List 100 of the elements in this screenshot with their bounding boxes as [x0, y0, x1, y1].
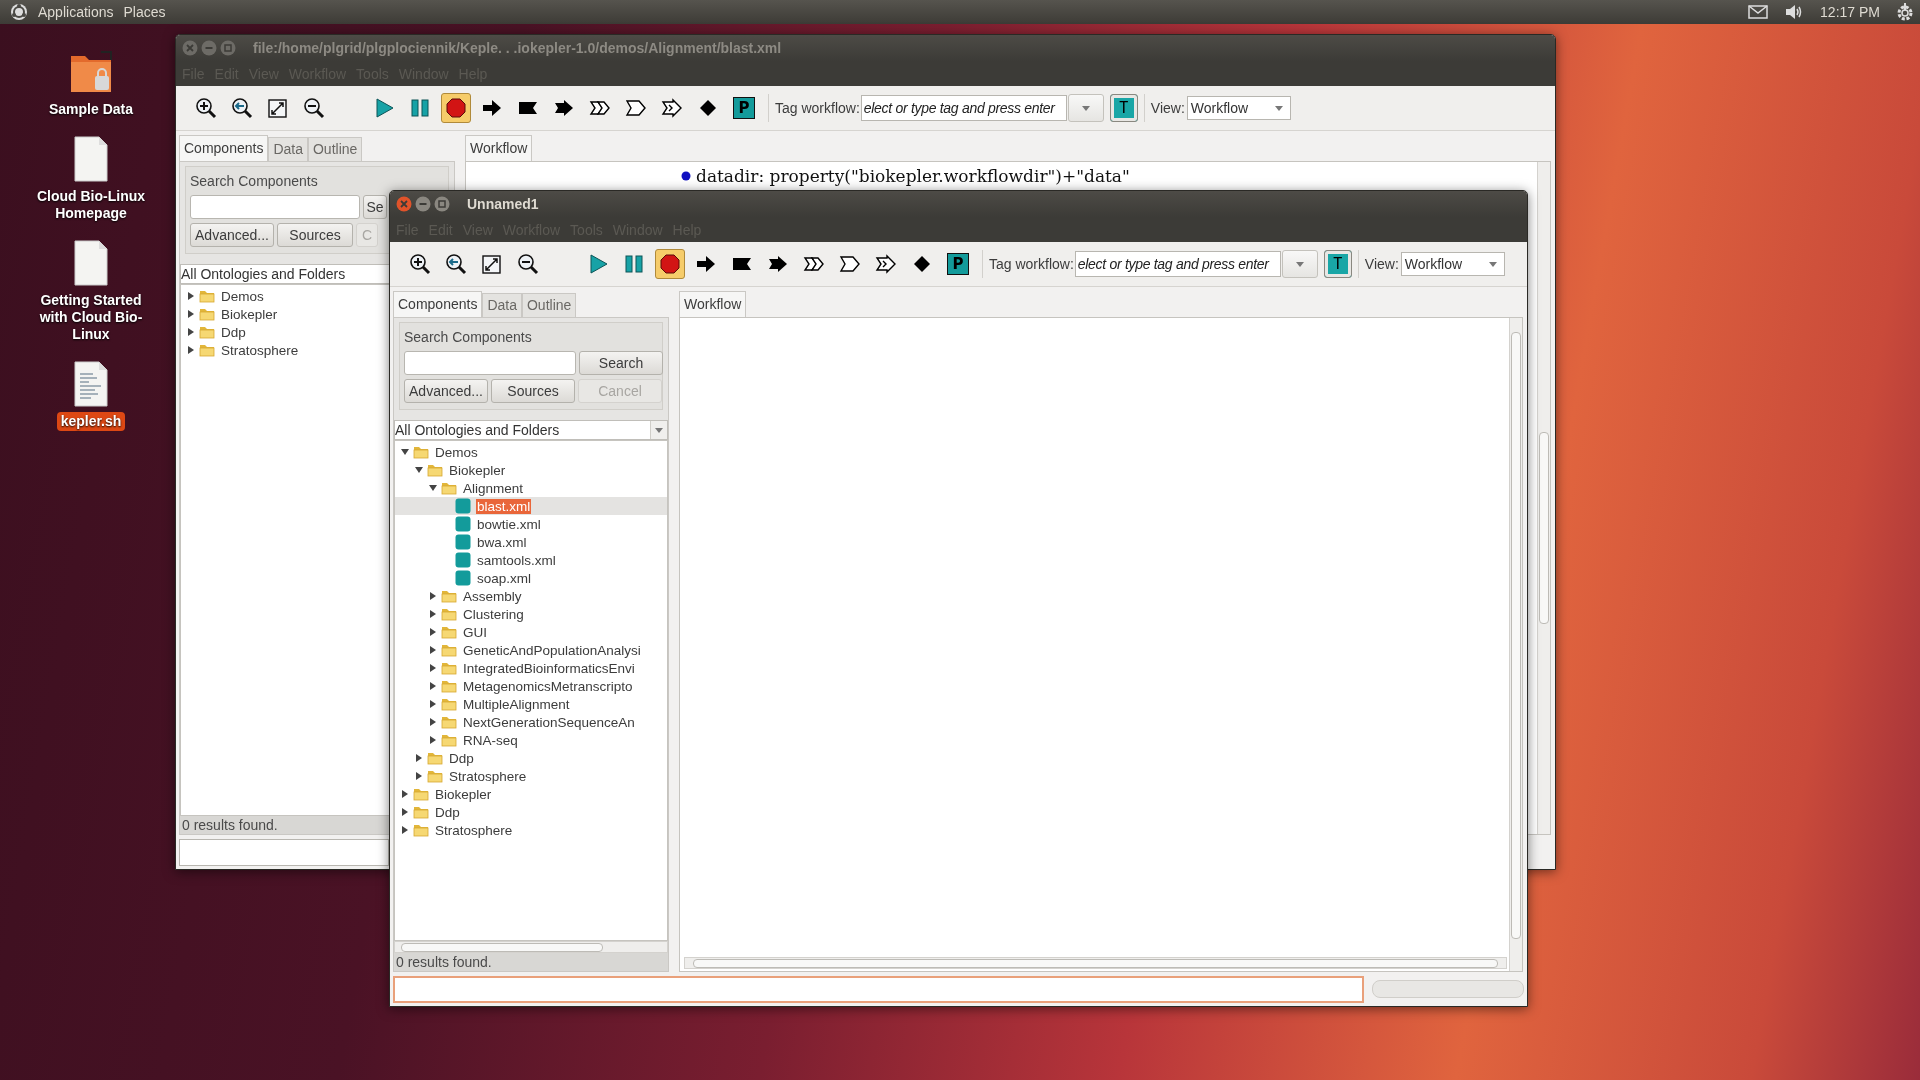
- folder-icon: [199, 307, 215, 321]
- scrollbar-thumb[interactable]: [401, 943, 603, 952]
- tag-field[interactable]: elect or type tag and press enter: [1074, 251, 1281, 277]
- tree-item[interactable]: soap.xml: [476, 570, 533, 586]
- minimize-icon[interactable]: [415, 196, 431, 212]
- tree-item[interactable]: bwa.xml: [476, 534, 528, 550]
- dropdown-button[interactable]: [650, 421, 667, 439]
- desktop-icon-label[interactable]: kepler.sh: [56, 412, 126, 431]
- view-label: View:: [1364, 256, 1399, 272]
- panel-button[interactable]: Advanced...: [190, 223, 274, 247]
- scrollbar-thumb[interactable]: [1511, 332, 1521, 939]
- panel-menu[interactable]: Applications: [38, 4, 114, 20]
- editor-tab[interactable]: Workflow: [679, 291, 747, 317]
- menu-logo-icon[interactable]: [10, 3, 28, 21]
- stop-button[interactable]: [655, 249, 685, 279]
- tree-item[interactable]: MultipleAlignment: [462, 696, 571, 712]
- tree-item[interactable]: Ddp: [220, 324, 247, 340]
- fit-arrows-icon[interactable]: [481, 253, 503, 275]
- tag-workflow-label: Tag workflow:: [775, 100, 860, 116]
- folder-icon: [427, 751, 443, 765]
- arrow-icon[interactable]: [695, 253, 717, 275]
- search-group-title: Search Components: [190, 173, 319, 189]
- play-icon[interactable]: [587, 253, 609, 275]
- search-field[interactable]: [404, 351, 576, 375]
- folder-icon: [413, 787, 429, 801]
- close-icon[interactable]: [396, 196, 412, 212]
- command-field[interactable]: [393, 975, 1364, 1003]
- caret-icon: [1487, 259, 1498, 269]
- magnifier-arrow-icon[interactable]: [445, 253, 467, 275]
- outline-arrow-icon[interactable]: [839, 253, 861, 275]
- notched-arrow-icon[interactable]: [767, 253, 789, 275]
- panel-button[interactable]: Advanced...: [404, 379, 488, 403]
- tree-item[interactable]: Demos: [434, 444, 479, 460]
- tree-item[interactable]: GeneticAndPopulationAnalysi: [462, 642, 642, 658]
- search-field[interactable]: [190, 195, 360, 219]
- tree-item[interactable]: GUI: [462, 624, 488, 640]
- tree-item[interactable]: Stratosphere: [220, 342, 300, 358]
- tree-item[interactable]: bowtie.xml: [476, 516, 542, 532]
- results-label: 0 results found.: [394, 953, 668, 971]
- tree-item[interactable]: samtools.xml: [476, 552, 557, 568]
- folder-icon: [441, 643, 457, 657]
- search-button[interactable]: Se: [363, 195, 387, 219]
- vertical-scrollbar[interactable]: [1509, 318, 1522, 971]
- folder-icon: [441, 697, 457, 711]
- clock[interactable]: 12:17 PM: [1820, 4, 1880, 20]
- tree-item[interactable]: RNA-seq: [462, 732, 519, 748]
- folder-icon: [441, 481, 457, 495]
- window-title: file:/home/plgrid/plgplociennik/Keple. . .iokepler-1.0/demos/Alignment/blast.xml: [253, 40, 782, 56]
- folder-icon: [441, 679, 457, 693]
- tree-item[interactable]: Ddp: [448, 750, 475, 766]
- panel-button[interactable]: Sources: [277, 223, 353, 247]
- tree-item[interactable]: Biokepler: [434, 786, 493, 802]
- desktop-icon-label[interactable]: Getting Started with Cloud Bio-Linux: [27, 291, 155, 344]
- folder-icon: [441, 607, 457, 621]
- tree-item[interactable]: NextGenerationSequenceAn: [462, 714, 636, 730]
- desktop-icon-label[interactable]: Sample Data: [44, 100, 137, 119]
- caret-icon: [1273, 103, 1284, 113]
- window-title: Unnamed1: [467, 196, 539, 212]
- tag-workflow-label: Tag workflow:: [989, 256, 1074, 272]
- scrollbar-thumb[interactable]: [1539, 432, 1549, 624]
- tree-item[interactable]: Stratosphere: [448, 768, 528, 784]
- desktop-icon-label[interactable]: Cloud Bio-Linux Homepage: [27, 187, 155, 223]
- panel-button[interactable]: Sources: [491, 379, 575, 403]
- outline-double-arrow-icon[interactable]: [875, 253, 897, 275]
- ontology-dropdown[interactable]: All Ontologies and Folders: [394, 420, 668, 440]
- horizontal-scrollbar[interactable]: [394, 941, 668, 953]
- search-group-title: Search Components: [404, 329, 533, 345]
- folder-icon: [427, 463, 443, 477]
- horizontal-scrollbar[interactable]: [684, 957, 1507, 969]
- parameter-label: datadir: property("biokepler.workflowdir")+"data": [696, 166, 1130, 186]
- search-button[interactable]: Search: [579, 351, 663, 375]
- zoom-in-icon[interactable]: [409, 253, 431, 275]
- folder-icon: [199, 343, 215, 357]
- view-dropdown[interactable]: Workflow: [1400, 252, 1505, 276]
- tree-item[interactable]: Biokepler: [448, 462, 507, 478]
- marker-button[interactable]: P: [947, 253, 969, 275]
- tree-item[interactable]: Assembly: [462, 588, 523, 604]
- folder-icon: [199, 289, 215, 303]
- view-label: View:: [1150, 100, 1185, 116]
- tree-item[interactable]: MetagenomicsMetranscripto: [462, 678, 634, 694]
- panel-tab[interactable]: Outline: [521, 293, 577, 317]
- zoom-out-icon[interactable]: [517, 253, 539, 275]
- power-icon[interactable]: [1896, 3, 1914, 21]
- tag-button[interactable]: T: [1323, 250, 1352, 278]
- tree-item[interactable]: IntegratedBioinformaticsEnvi: [462, 660, 636, 676]
- scrollbar-thumb[interactable]: [693, 959, 1498, 968]
- folder-icon: [441, 625, 457, 639]
- pause-icon[interactable]: [623, 253, 645, 275]
- panel-menu[interactable]: Places: [123, 4, 166, 20]
- tree-item[interactable]: Biokepler: [220, 306, 279, 322]
- panel-tab[interactable]: Data: [482, 293, 522, 317]
- workflow-file-icon: [455, 570, 471, 586]
- tree-item[interactable]: Demos: [220, 288, 265, 304]
- caret-icon: [1080, 103, 1091, 113]
- panel-tab[interactable]: Components: [393, 291, 483, 317]
- tree-item[interactable]: Clustering: [462, 606, 525, 622]
- maximize-icon[interactable]: [434, 196, 450, 212]
- folder-icon: [413, 805, 429, 819]
- tree-item[interactable]: Alignment: [462, 480, 525, 496]
- envelope-icon[interactable]: [1748, 5, 1769, 19]
